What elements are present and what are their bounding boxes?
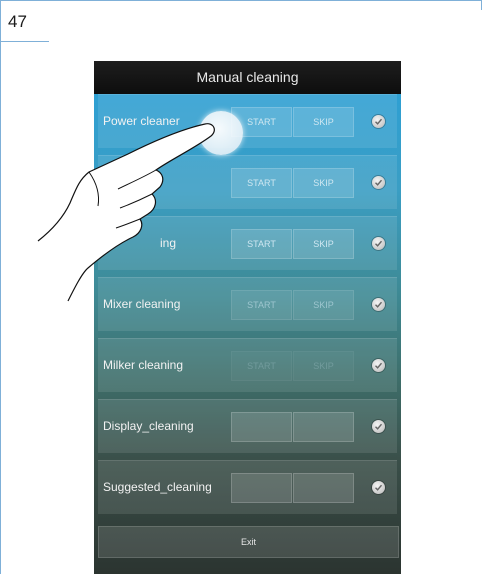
frame-top-rule (0, 0, 482, 1)
skip-button[interactable]: SKIP (293, 290, 354, 320)
skip-button[interactable]: SKIP (293, 168, 354, 198)
skip-button[interactable] (293, 412, 354, 442)
row-label: Display_cleaning (103, 419, 194, 433)
skip-button[interactable]: SKIP (293, 351, 354, 381)
start-button[interactable] (231, 473, 292, 503)
check-icon (372, 176, 385, 189)
check-icon (372, 115, 385, 128)
hand-pointer-icon (37, 123, 215, 302)
skip-button[interactable]: SKIP (293, 107, 354, 137)
cleaning-row-suggested: Suggested_cleaning (98, 460, 397, 514)
check-icon (372, 298, 385, 311)
page-number: 47 (8, 12, 27, 31)
start-button[interactable]: START (231, 351, 292, 381)
check-icon (372, 359, 385, 372)
check-icon (372, 420, 385, 433)
page-number-rule (0, 41, 49, 42)
exit-button[interactable]: Exit (98, 526, 399, 558)
check-icon (372, 237, 385, 250)
row-label: Suggested_cleaning (103, 480, 212, 494)
start-button[interactable] (231, 412, 292, 442)
start-button[interactable]: START (231, 229, 292, 259)
frame-left-rule (0, 0, 1, 574)
check-icon (372, 481, 385, 494)
cleaning-row-display: Display_cleaning (98, 399, 397, 453)
start-button[interactable]: START (231, 168, 292, 198)
screen-title: Manual cleaning (94, 61, 401, 94)
start-button[interactable]: START (231, 290, 292, 320)
row-label: Milker cleaning (103, 358, 184, 372)
skip-button[interactable] (293, 473, 354, 503)
skip-button[interactable]: SKIP (293, 229, 354, 259)
cleaning-row-milker: Milker cleaning START SKIP (98, 338, 397, 392)
